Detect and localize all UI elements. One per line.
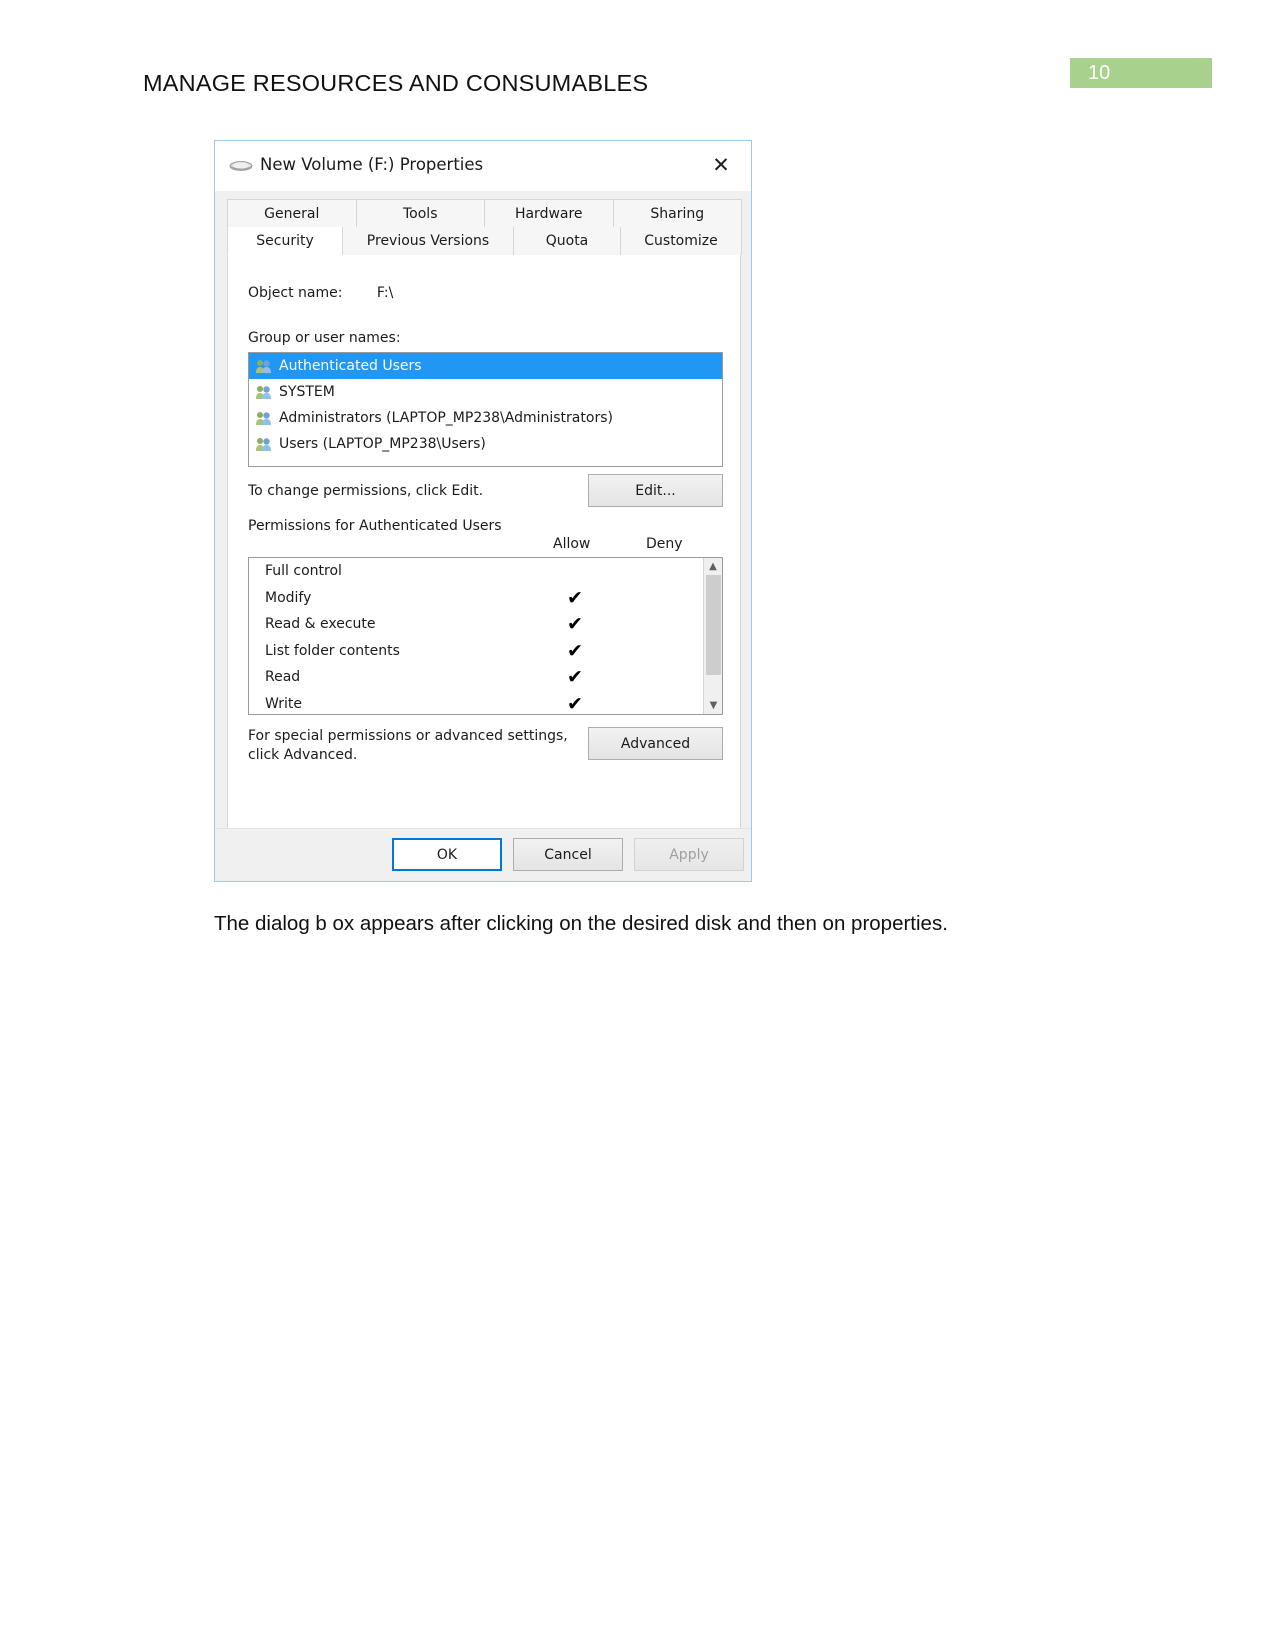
tab-previous-versions[interactable]: Previous Versions	[342, 227, 514, 255]
dialog-footer: OK Cancel Apply	[215, 828, 751, 881]
allow-checkmark-icon[interactable]: ✔	[564, 664, 586, 691]
list-item-label: Administrators (LAPTOP_MP238\Administrat…	[279, 410, 613, 426]
properties-dialog: New Volume (F:) Properties ✕ General Too…	[214, 140, 752, 882]
page-number-badge: 10	[1070, 58, 1212, 88]
tab-row-1: General Tools Hardware Sharing	[227, 199, 742, 227]
table-row[interactable]: Modify ✔	[249, 585, 722, 612]
tab-hardware[interactable]: Hardware	[484, 199, 614, 227]
tab-row-2: Security Previous Versions Quota Customi…	[227, 227, 742, 255]
object-name-label: Object name:	[248, 285, 343, 301]
tab-tools[interactable]: Tools	[355, 199, 485, 227]
users-group-icon	[255, 358, 273, 374]
tab-sharing[interactable]: Sharing	[612, 199, 742, 227]
figure-caption: The dialog b ox appears after clicking o…	[214, 912, 948, 935]
list-item-label: Users (LAPTOP_MP238\Users)	[279, 436, 486, 452]
apply-button: Apply	[634, 838, 744, 871]
list-item[interactable]: Users (LAPTOP_MP238\Users)	[249, 431, 722, 457]
allow-checkmark-icon[interactable]: ✔	[564, 638, 586, 665]
column-header-deny: Deny	[646, 536, 683, 552]
ok-button[interactable]: OK	[392, 838, 502, 871]
table-row[interactable]: Write ✔	[249, 691, 722, 715]
allow-checkmark-icon[interactable]: ✔	[564, 611, 586, 638]
edit-hint-text: To change permissions, click Edit.	[248, 483, 484, 499]
group-or-user-names-list[interactable]: Authenticated Users SYSTEM Administrator…	[248, 352, 723, 467]
page-header: MANAGE RESOURCES AND CONSUMABLES 10	[0, 58, 1275, 118]
users-group-icon	[255, 384, 273, 400]
dialog-title: New Volume (F:) Properties	[260, 155, 484, 174]
cancel-button[interactable]: Cancel	[513, 838, 623, 871]
table-row[interactable]: Read ✔	[249, 664, 722, 691]
users-group-icon	[255, 410, 273, 426]
allow-checkmark-icon[interactable]: ✔	[564, 691, 586, 715]
column-header-allow: Allow	[553, 536, 591, 552]
table-row[interactable]: List folder contents ✔	[249, 638, 722, 665]
tab-security[interactable]: Security	[227, 227, 343, 255]
security-tab-panel: Object name: F:\ Group or user names: Au…	[227, 255, 741, 830]
list-item-label: SYSTEM	[279, 384, 335, 400]
tab-general[interactable]: General	[227, 199, 357, 227]
table-row[interactable]: Full control	[249, 558, 722, 585]
scroll-down-icon[interactable]: ▼	[704, 697, 722, 714]
scroll-up-icon[interactable]: ▲	[704, 558, 722, 575]
permission-label: Write	[265, 695, 302, 712]
table-row[interactable]: Read & execute ✔	[249, 611, 722, 638]
advanced-button[interactable]: Advanced	[588, 727, 723, 760]
list-item[interactable]: Authenticated Users	[249, 353, 722, 379]
permissions-list[interactable]: Full control Modify ✔ Read & execute ✔ L…	[248, 557, 723, 715]
object-name-value: F:\	[376, 285, 394, 301]
edit-button[interactable]: Edit...	[588, 474, 723, 507]
permission-label: Modify	[265, 589, 312, 606]
list-item-label: Authenticated Users	[279, 358, 422, 374]
users-group-icon	[255, 436, 273, 452]
scrollbar-thumb[interactable]	[706, 575, 721, 675]
page-title: MANAGE RESOURCES AND CONSUMABLES	[143, 70, 649, 96]
permission-label: Read & execute	[265, 616, 376, 632]
permissions-header-label: Permissions for Authenticated Users	[248, 518, 502, 534]
list-item[interactable]: Administrators (LAPTOP_MP238\Administrat…	[249, 405, 722, 431]
list-item[interactable]: SYSTEM	[249, 379, 722, 405]
permission-label: List folder contents	[265, 642, 400, 659]
tab-quota[interactable]: Quota	[513, 227, 621, 255]
object-name-row: Object name: F:\	[248, 285, 393, 301]
disk-drive-icon	[229, 158, 253, 174]
tab-strip: General Tools Hardware Sharing Security …	[227, 199, 742, 255]
permissions-scrollbar[interactable]: ▲ ▼	[703, 558, 722, 714]
allow-checkmark-icon[interactable]: ✔	[564, 585, 586, 612]
permission-label: Read	[265, 669, 301, 685]
close-icon[interactable]: ✕	[699, 150, 743, 180]
dialog-titlebar: New Volume (F:) Properties ✕	[215, 141, 751, 191]
group-or-user-names-label: Group or user names:	[248, 330, 401, 346]
advanced-hint-text: For special permissions or advanced sett…	[248, 728, 568, 763]
permission-label: Full control	[265, 563, 342, 579]
tab-customize[interactable]: Customize	[620, 227, 742, 255]
